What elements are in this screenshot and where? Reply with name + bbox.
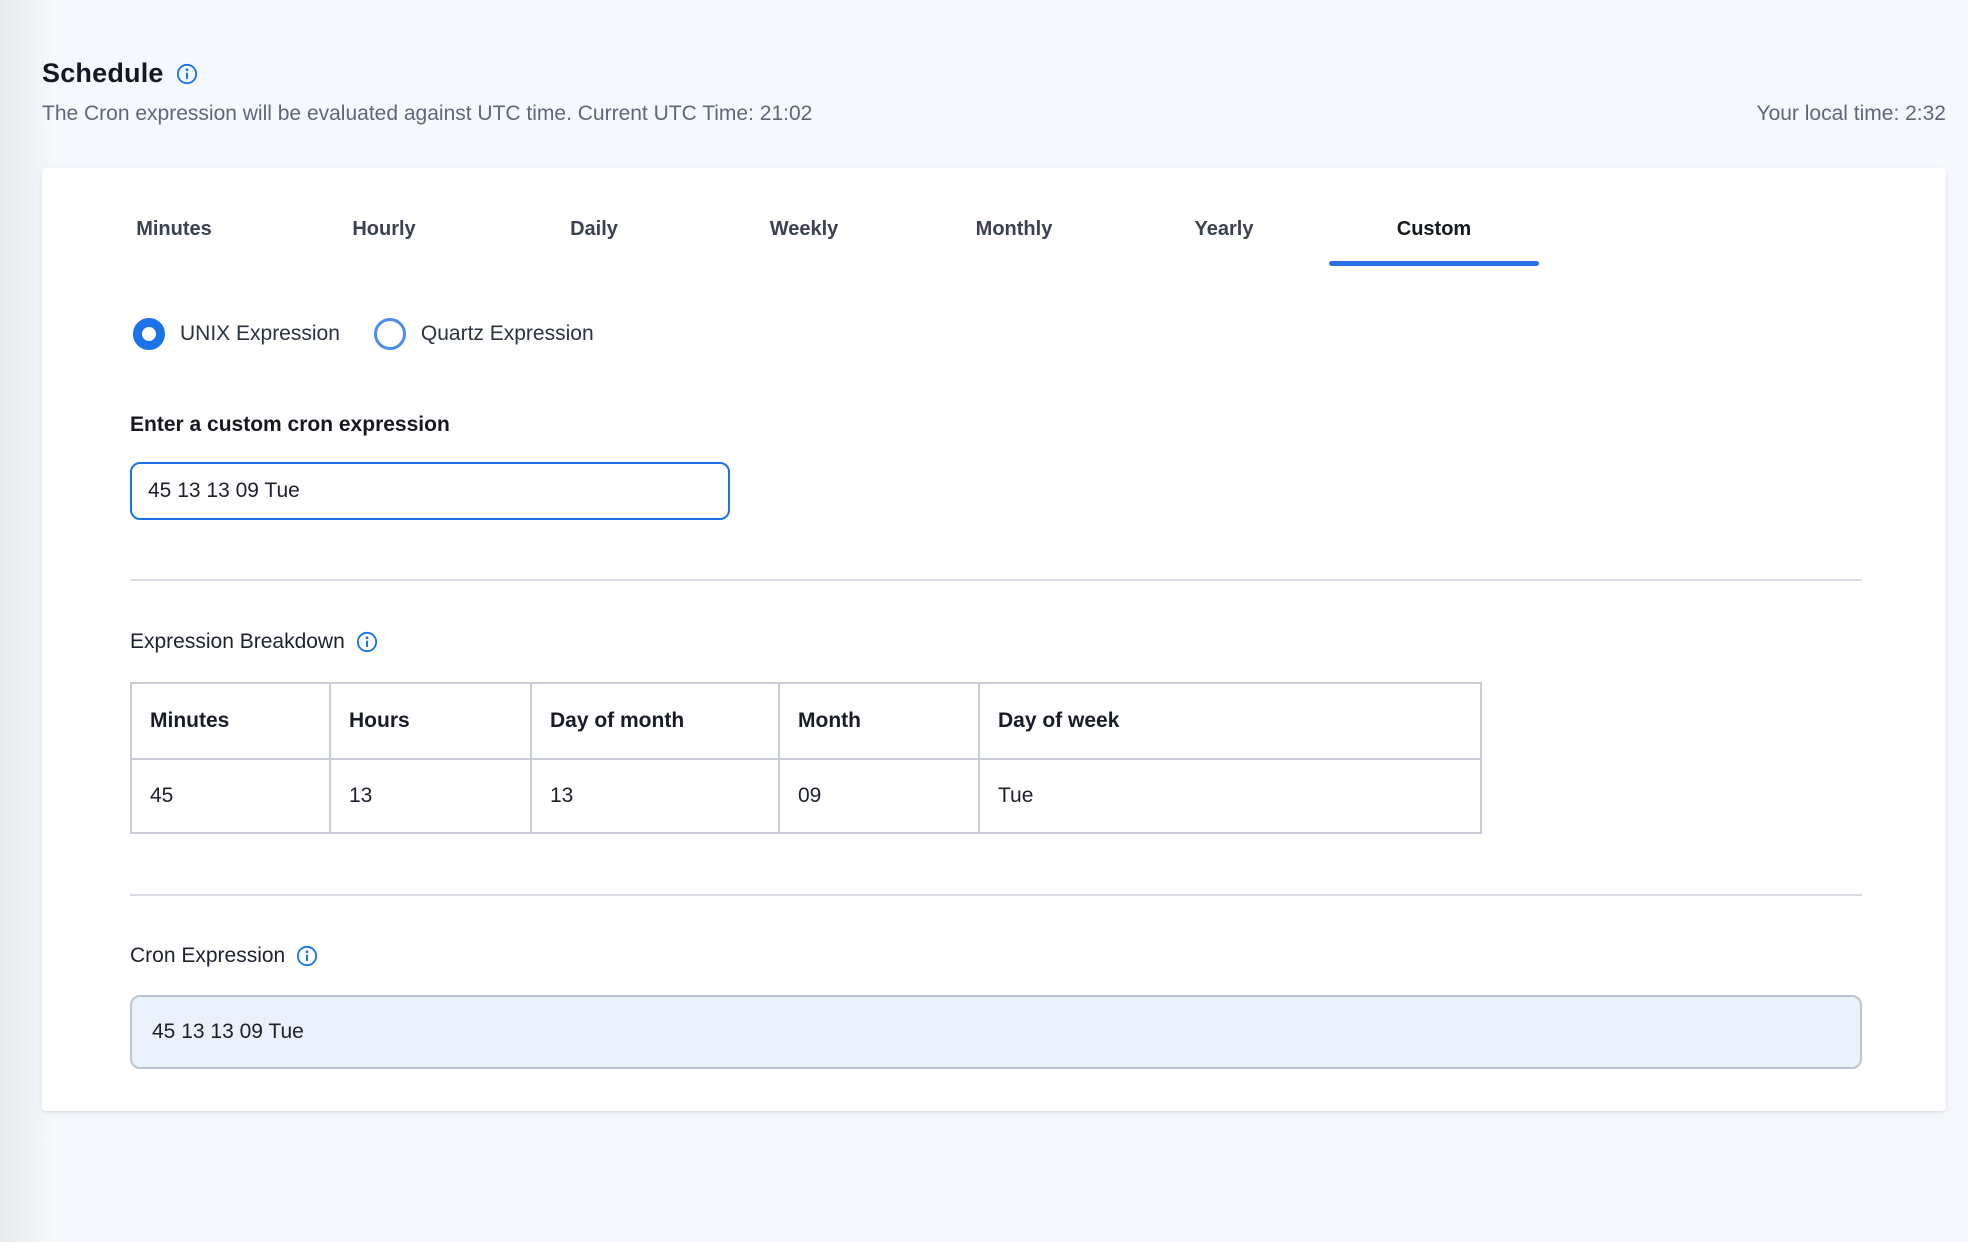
col-header-month: Month — [779, 683, 979, 759]
col-header-minutes: Minutes — [131, 683, 330, 759]
schedule-card: Minutes Hourly Daily Weekly Monthly Year… — [42, 168, 1946, 1111]
tab-custom[interactable]: Custom — [1329, 216, 1539, 266]
expression-breakdown-table: Minutes Hours Day of month Month Day of … — [130, 682, 1482, 834]
quartz-expression-label[interactable]: Quartz Expression — [421, 322, 594, 346]
tab-daily[interactable]: Daily — [489, 216, 699, 266]
quartz-expression-radio[interactable]: Quartz Expression — [374, 318, 594, 350]
breakdown-title-text: Expression Breakdown — [130, 630, 345, 654]
tab-weekly[interactable]: Weekly — [699, 216, 909, 266]
col-header-hours: Hours — [330, 683, 531, 759]
unix-expression-radio[interactable]: UNIX Expression — [133, 318, 340, 350]
cell-day-of-month: 13 — [531, 759, 779, 833]
breakdown-section-title: Expression Breakdown — [130, 630, 378, 654]
tab-hourly[interactable]: Hourly — [279, 216, 489, 266]
cron-expression-output[interactable] — [130, 995, 1862, 1069]
cell-minutes: 45 — [131, 759, 330, 833]
schedule-tabs: Minutes Hourly Daily Weekly Monthly Year… — [69, 216, 1539, 266]
expression-type-group: UNIX Expression Quartz Expression — [133, 318, 594, 350]
custom-cron-input[interactable] — [130, 462, 730, 520]
cell-day-of-week: Tue — [979, 759, 1481, 833]
utc-subtitle: The Cron expression will be evaluated ag… — [42, 102, 812, 126]
table-header-row: Minutes Hours Day of month Month Day of … — [131, 683, 1481, 759]
info-icon[interactable] — [356, 631, 378, 653]
info-icon[interactable] — [176, 63, 198, 85]
radio-checked-icon[interactable] — [133, 318, 165, 350]
table-row: 45 13 13 09 Tue — [131, 759, 1481, 833]
radio-unchecked-icon[interactable] — [374, 318, 406, 350]
tab-yearly[interactable]: Yearly — [1119, 216, 1329, 266]
cron-expression-title-text: Cron Expression — [130, 944, 285, 968]
divider — [130, 579, 1862, 581]
cron-expression-section-title: Cron Expression — [130, 944, 318, 968]
tab-minutes[interactable]: Minutes — [69, 216, 279, 266]
col-header-day-of-week: Day of week — [979, 683, 1481, 759]
page-title: Schedule — [42, 58, 164, 89]
unix-expression-label[interactable]: UNIX Expression — [180, 322, 340, 346]
cell-month: 09 — [779, 759, 979, 833]
custom-cron-label: Enter a custom cron expression — [130, 413, 450, 437]
col-header-day-of-month: Day of month — [531, 683, 779, 759]
tab-monthly[interactable]: Monthly — [909, 216, 1119, 266]
divider — [130, 894, 1862, 896]
local-time: Your local time: 2:32 — [1756, 102, 1946, 126]
info-icon[interactable] — [296, 945, 318, 967]
page-header: Schedule The Cron expression will be eva… — [42, 58, 1946, 126]
cell-hours: 13 — [330, 759, 531, 833]
